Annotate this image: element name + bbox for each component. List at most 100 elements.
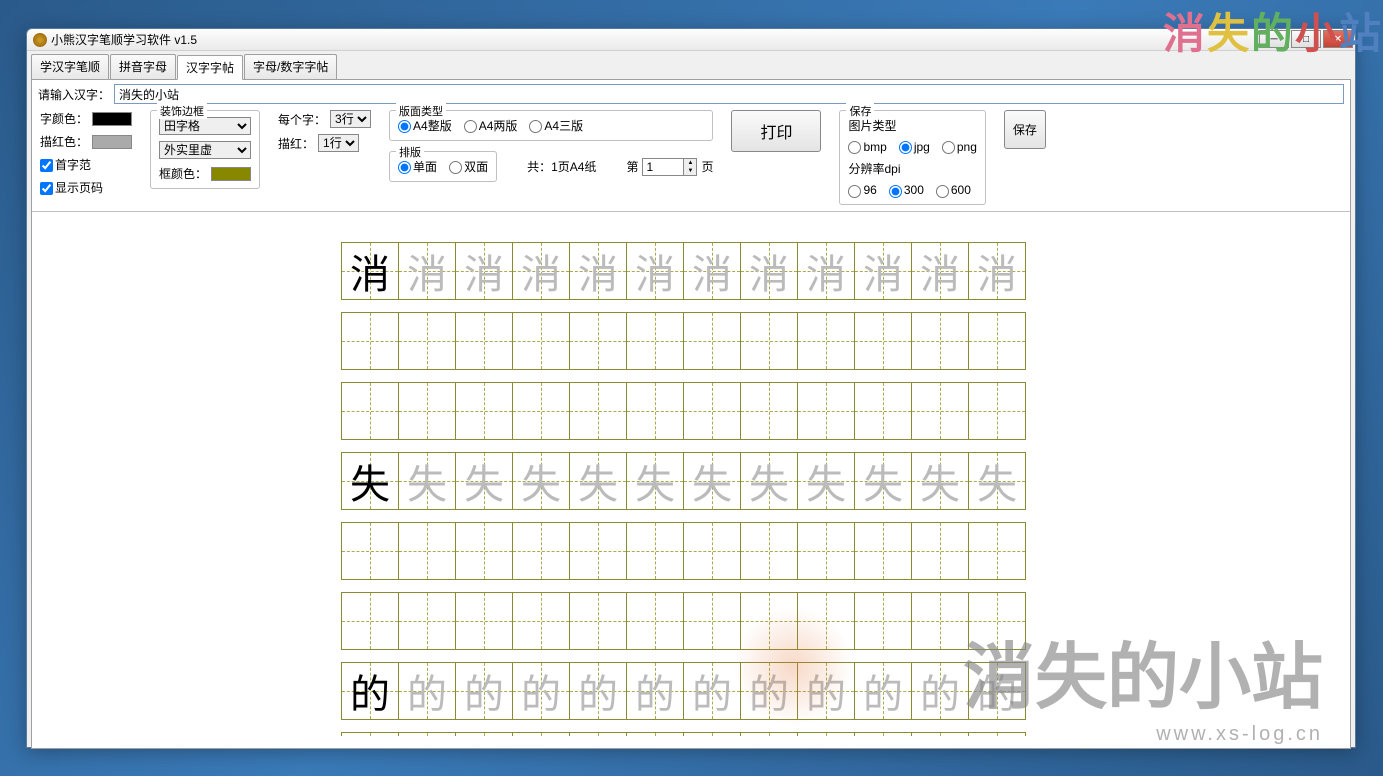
trace-color-label: 描红色： <box>40 133 88 150</box>
main-window: 小熊汉字笔顺学习软件 v1.5 ─ □ ✕ 学汉字笔顺 拼音字母 汉字字帖 字母… <box>26 28 1356 748</box>
type-jpg[interactable]: jpg <box>899 140 930 154</box>
per-char-select[interactable]: 3行 <box>330 110 371 128</box>
tab-hanzi-copybook[interactable]: 汉字字帖 <box>177 55 243 80</box>
grid-cell: 失 <box>341 452 399 510</box>
grid-cell: 失 <box>854 452 912 510</box>
copybook-page: 消消消消消消消消消消消消失失失失失失失失失失失失的的的的的的的的的的的的 <box>341 242 1041 736</box>
trace-rows-label: 描红： <box>278 135 314 152</box>
grid-cell <box>740 382 798 440</box>
grid-cell: 的 <box>398 662 456 720</box>
grid-cell: 消 <box>968 242 1026 300</box>
grid-row: 消消消消消消消消消消消消 <box>341 242 1041 300</box>
dpi-600[interactable]: 600 <box>936 183 971 197</box>
grid-cell <box>455 312 513 370</box>
char-color-swatch[interactable] <box>92 112 132 126</box>
grid-cell: 消 <box>398 242 456 300</box>
titlebar: 小熊汉字笔顺学习软件 v1.5 ─ □ ✕ <box>27 29 1355 51</box>
dpi-300[interactable]: 300 <box>889 183 924 197</box>
grid-cell <box>740 312 798 370</box>
grid-cell: 消 <box>683 242 741 300</box>
grid-cell <box>854 312 912 370</box>
grid-cell: 的 <box>341 662 399 720</box>
grid-cell <box>854 522 912 580</box>
show-page-checkbox[interactable]: 显示页码 <box>40 179 103 196</box>
grid-row <box>341 592 1041 650</box>
grid-cell: 的 <box>626 662 684 720</box>
grid-cell <box>455 592 513 650</box>
grid-cell <box>398 592 456 650</box>
grid-cell <box>455 732 513 736</box>
print-button[interactable]: 打印 <box>731 110 821 152</box>
grid-cell <box>854 382 912 440</box>
layout-a4-two[interactable]: A4两版 <box>464 117 518 134</box>
grid-type-select[interactable]: 田字格 <box>159 117 251 135</box>
grid-cell <box>341 312 399 370</box>
layout-a4-full[interactable]: A4整版 <box>398 117 452 134</box>
tab-bar: 学汉字笔顺 拼音字母 汉字字帖 字母/数字字帖 <box>27 51 1355 79</box>
grid-cell <box>683 522 741 580</box>
dpi-label: 分辨率dpi <box>848 162 900 176</box>
grid-cell: 的 <box>854 662 912 720</box>
grid-row: 失失失失失失失失失失失失 <box>341 452 1041 510</box>
grid-cell: 消 <box>512 242 570 300</box>
grid-cell: 消 <box>626 242 684 300</box>
grid-cell: 消 <box>341 242 399 300</box>
grid-cell <box>797 382 855 440</box>
grid-cell <box>398 732 456 736</box>
grid-cell: 消 <box>911 242 969 300</box>
maximize-button[interactable]: □ <box>1291 30 1321 48</box>
grid-cell <box>341 522 399 580</box>
grid-cell <box>341 382 399 440</box>
trace-color-swatch[interactable] <box>92 135 132 149</box>
tab-letter-number[interactable]: 字母/数字字帖 <box>244 54 337 79</box>
side-double[interactable]: 双面 <box>449 158 488 175</box>
grid-row <box>341 382 1041 440</box>
type-bmp[interactable]: bmp <box>848 140 886 154</box>
hanzi-input[interactable] <box>114 84 1344 104</box>
layout-a4-three[interactable]: A4三版 <box>529 117 583 134</box>
save-button[interactable]: 保存 <box>1004 110 1046 149</box>
grid-cell <box>626 522 684 580</box>
save-legend: 保存 <box>846 103 874 119</box>
type-png[interactable]: png <box>942 140 977 154</box>
minimize-button[interactable]: ─ <box>1259 30 1289 48</box>
grid-cell: 的 <box>512 662 570 720</box>
tab-pinyin[interactable]: 拼音字母 <box>110 54 176 79</box>
grid-cell <box>455 382 513 440</box>
grid-cell <box>398 522 456 580</box>
grid-cell <box>797 312 855 370</box>
tab-panel: 请输入汉字： 字颜色： 描红色： 首字范 显示页码 装饰边框 田字格 外实里虚 … <box>31 79 1351 749</box>
first-char-checkbox[interactable]: 首字范 <box>40 156 91 173</box>
grid-cell <box>911 382 969 440</box>
grid-row <box>341 312 1041 370</box>
dpi-96[interactable]: 96 <box>848 183 876 197</box>
side-legend: 排版 <box>396 144 424 160</box>
grid-cell: 失 <box>968 452 1026 510</box>
grid-row <box>341 732 1041 736</box>
grid-cell: 消 <box>569 242 627 300</box>
grid-cell: 失 <box>797 452 855 510</box>
grid-cell <box>455 522 513 580</box>
grid-cell <box>854 592 912 650</box>
grid-cell <box>683 592 741 650</box>
preview-area[interactable]: 消消消消消消消消消消消消失失失失失失失失失失失失的的的的的的的的的的的的 <box>32 211 1350 736</box>
grid-cell <box>683 382 741 440</box>
grid-cell <box>797 732 855 736</box>
border-color-swatch[interactable] <box>211 167 251 181</box>
grid-cell <box>398 382 456 440</box>
page-spinner[interactable]: ▲▼ <box>642 158 697 176</box>
grid-cell <box>968 592 1026 650</box>
grid-cell <box>626 382 684 440</box>
trace-rows-select[interactable]: 1行 <box>318 134 359 152</box>
grid-cell <box>740 522 798 580</box>
close-button[interactable]: ✕ <box>1323 30 1353 48</box>
grid-cell <box>569 522 627 580</box>
side-single[interactable]: 单面 <box>398 158 437 175</box>
grid-cell: 的 <box>455 662 513 720</box>
border-style-select[interactable]: 外实里虚 <box>159 141 251 159</box>
tab-stroke-order[interactable]: 学汉字笔顺 <box>31 54 109 79</box>
grid-cell: 消 <box>455 242 513 300</box>
char-color-label: 字颜色： <box>40 110 88 127</box>
grid-cell: 失 <box>740 452 798 510</box>
grid-cell: 消 <box>740 242 798 300</box>
